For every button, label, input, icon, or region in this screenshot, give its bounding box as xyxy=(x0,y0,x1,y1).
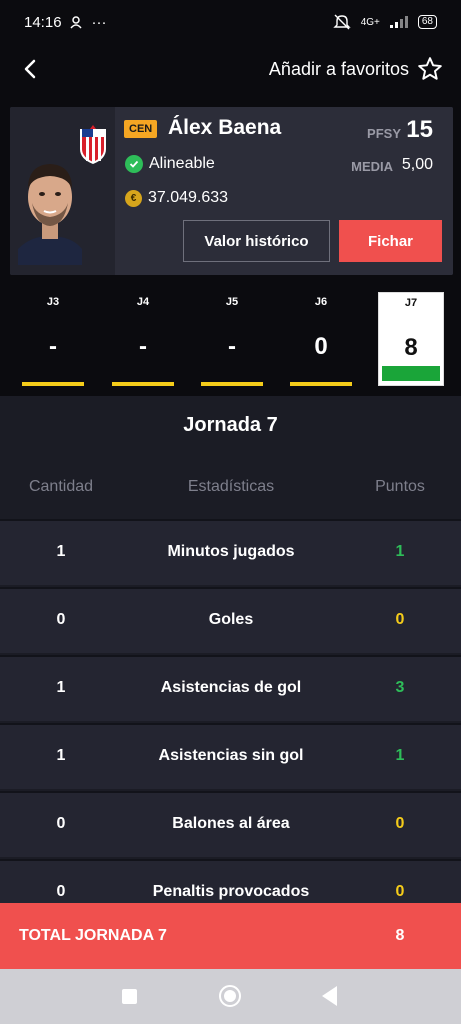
position-badge: CEN xyxy=(124,120,158,138)
stat-quantity: 0 xyxy=(56,611,66,628)
star-icon xyxy=(418,57,442,80)
stats-panel[interactable]: Jornada 7 Cantidad Estadísticas Puntos 1… xyxy=(0,396,461,906)
coin-icon: € xyxy=(125,189,142,207)
matchday-label: J6 xyxy=(314,296,328,308)
matchday-label: J5 xyxy=(225,296,239,308)
matchday-points: 0 xyxy=(314,333,328,360)
stats-header: Cantidad Estadísticas Puntos xyxy=(0,478,461,498)
player-value-amount: 37.049.633 xyxy=(148,189,229,206)
matchday-bar xyxy=(382,366,440,381)
stat-name: Balones al área xyxy=(172,815,290,832)
network-type: 4G+ xyxy=(360,16,380,28)
stat-points: 1 xyxy=(395,543,405,560)
total-value: 8 xyxy=(395,927,405,944)
mute-icon xyxy=(332,14,351,30)
pfsy-value: 15 xyxy=(406,116,433,143)
matchday-j4[interactable]: J4 - xyxy=(112,292,174,390)
check-icon xyxy=(125,155,143,173)
more-notifications-icon: ··· xyxy=(91,13,107,31)
historic-value-button[interactable]: Valor histórico xyxy=(183,220,330,262)
player-status-label: Alineable xyxy=(149,155,215,172)
player-value: € 37.049.633 xyxy=(125,189,228,207)
matchday-bar xyxy=(112,382,174,386)
stat-quantity: 0 xyxy=(56,883,66,900)
matchday-label: J3 xyxy=(46,296,60,308)
stat-row: 0 Goles 0 xyxy=(0,587,461,653)
header: Añadir a favoritos xyxy=(0,48,461,90)
player-photo xyxy=(18,164,82,265)
system-nav-bar xyxy=(0,969,461,1024)
matchday-label: J4 xyxy=(136,296,150,308)
stat-quantity: 1 xyxy=(56,679,66,696)
stat-points: 0 xyxy=(395,611,405,628)
stats-list: 1 Minutos jugados 1 0 Goles 0 1 Asistencias de … xyxy=(0,519,461,906)
add-favorites-label: Añadir a favoritos xyxy=(268,58,409,79)
stat-row: 0 Penaltis provocados 0 xyxy=(0,859,461,906)
stat-quantity: 1 xyxy=(56,543,66,560)
stat-points: 3 xyxy=(395,679,405,696)
back-nav-icon[interactable] xyxy=(322,986,337,1006)
media-label: MEDIA xyxy=(351,159,393,174)
matchday-points: - xyxy=(139,333,147,360)
media-value: 5,00 xyxy=(401,156,433,173)
stat-points: 0 xyxy=(395,883,405,900)
stats-title: Jornada 7 xyxy=(183,414,278,436)
status-time: 14:16 xyxy=(24,13,62,31)
sign-button[interactable]: Fichar xyxy=(339,220,442,262)
player-photo-area xyxy=(10,107,115,275)
stat-points: 1 xyxy=(395,747,405,764)
matchday-bar xyxy=(201,382,263,386)
stat-row: 1 Asistencias sin gol 1 xyxy=(0,723,461,789)
column-statistics: Estadísticas xyxy=(187,478,275,495)
status-bar: 14:16 ··· 4G+ 68 xyxy=(0,0,461,44)
matchday-j7[interactable]: J7 8 xyxy=(378,292,444,386)
player-name: Álex Baena xyxy=(168,116,282,139)
stat-quantity: 1 xyxy=(56,747,66,764)
stat-name: Minutos jugados xyxy=(167,543,295,560)
stat-row: 0 Balones al área 0 xyxy=(0,791,461,857)
stat-row: 1 Minutos jugados 1 xyxy=(0,519,461,585)
stat-name: Goles xyxy=(208,611,254,628)
total-bar: TOTAL JORNADA 7 8 xyxy=(0,903,461,969)
team-crest-icon xyxy=(80,125,106,164)
stat-points: 0 xyxy=(395,815,405,832)
stat-quantity: 0 xyxy=(56,815,66,832)
player-card: CEN Álex Baena PFSY 15 Alineable MEDIA 5… xyxy=(10,107,453,275)
battery-icon: 68 xyxy=(417,15,437,29)
matchday-bar xyxy=(22,382,84,386)
matchday-j5[interactable]: J5 - xyxy=(201,292,263,390)
matchday-points: - xyxy=(228,333,236,360)
stat-row: 1 Asistencias de gol 3 xyxy=(0,655,461,721)
matchday-bar xyxy=(290,382,352,386)
home-icon[interactable] xyxy=(219,985,241,1007)
stat-name: Penaltis provocados xyxy=(152,883,310,900)
matchday-j3[interactable]: J3 - xyxy=(22,292,84,390)
column-quantity: Cantidad xyxy=(28,478,94,495)
add-favorites-button[interactable]: Añadir a favoritos xyxy=(269,56,443,82)
matchday-j6[interactable]: J6 0 xyxy=(290,292,352,390)
player-info: CEN Álex Baena PFSY 15 Alineable MEDIA 5… xyxy=(115,107,453,275)
matchday-selector: J3 - J4 - J5 - J6 0 J7 8 xyxy=(0,292,461,390)
account-icon xyxy=(69,16,82,29)
pfsy-label: PFSY xyxy=(367,126,401,141)
stat-name: Asistencias sin gol xyxy=(158,747,304,764)
column-points: Puntos xyxy=(375,478,425,495)
back-icon[interactable] xyxy=(18,57,42,81)
matchday-points: - xyxy=(49,333,57,360)
total-label: TOTAL JORNADA 7 xyxy=(19,927,167,944)
matchday-label: J7 xyxy=(404,297,418,309)
stat-name: Asistencias de gol xyxy=(160,679,302,696)
matchday-points: 8 xyxy=(404,334,418,361)
recents-icon[interactable] xyxy=(122,989,137,1004)
player-status: Alineable xyxy=(125,155,215,173)
signal-icon xyxy=(389,16,408,28)
